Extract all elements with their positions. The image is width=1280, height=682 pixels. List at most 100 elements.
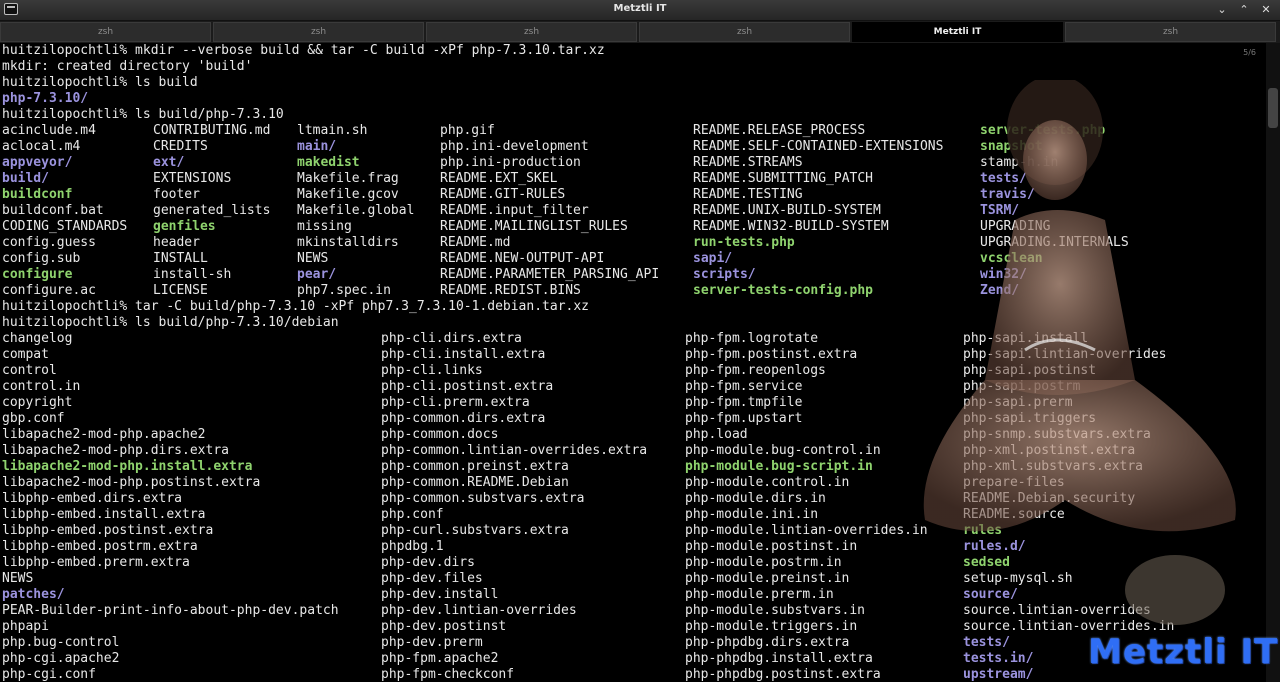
terminal-line: huitzilopochtli% tar -C build/php-7.3.10… bbox=[2, 299, 589, 314]
file-entry: tests/ bbox=[980, 171, 1027, 186]
file-entry: source/ bbox=[963, 587, 1018, 602]
file-entry: README.SELF-CONTAINED-EXTENSIONS bbox=[693, 139, 944, 154]
maximize-chevron-icon[interactable]: ⌃ bbox=[1236, 2, 1252, 18]
scrollbar-thumb[interactable] bbox=[1268, 88, 1278, 128]
file-entry: PEAR-Builder-print-info-about-php-dev.pa… bbox=[2, 603, 339, 618]
file-entry: UPGRADING.INTERNALS bbox=[980, 235, 1129, 250]
file-entry: php-module.dirs.in bbox=[685, 491, 826, 506]
file-entry: mkinstalldirs bbox=[297, 235, 399, 250]
file-entry: copyright bbox=[2, 395, 73, 410]
tab-2[interactable]: zsh bbox=[426, 22, 637, 42]
file-entry: config.sub bbox=[2, 251, 81, 266]
file-entry: README.NEW-OUTPUT-API bbox=[440, 251, 605, 266]
file-entry: README.MAILINGLIST_RULES bbox=[440, 219, 628, 234]
file-entry: upstream/ bbox=[963, 667, 1034, 682]
metztli-watermark-logo: Metztli IT bbox=[1088, 632, 1279, 672]
close-icon[interactable]: ✕ bbox=[1258, 2, 1274, 18]
file-entry: Zend/ bbox=[980, 283, 1020, 298]
file-entry: aclocal.m4 bbox=[2, 139, 81, 154]
file-entry: README.RELEASE_PROCESS bbox=[693, 123, 866, 138]
file-entry: php-fpm-checkconf bbox=[381, 667, 515, 682]
file-entry: php-sapi.lintian-overrides bbox=[963, 347, 1167, 362]
file-entry: scripts/ bbox=[693, 267, 756, 282]
file-entry: changelog bbox=[2, 331, 73, 346]
file-entry: php.gif bbox=[440, 123, 495, 138]
terminal-line: huitzilopochtli% ls build/php-7.3.10 bbox=[2, 107, 284, 122]
file-entry: NEWS bbox=[297, 251, 329, 266]
file-entry: php-fpm.tmpfile bbox=[685, 395, 803, 410]
file-entry: config.guess bbox=[2, 235, 96, 250]
file-entry: php-module.postinst.in bbox=[685, 539, 858, 554]
file-entry: build/ bbox=[2, 171, 49, 186]
file-entry: main/ bbox=[297, 139, 337, 154]
terminal-line: huitzilopochtli% ls build bbox=[2, 75, 198, 90]
file-entry: LICENSE bbox=[153, 283, 208, 298]
file-entry: acinclude.m4 bbox=[2, 123, 96, 138]
file-entry: tests/ bbox=[963, 635, 1010, 650]
window-title: Metztli IT bbox=[613, 3, 667, 14]
tab-5[interactable]: zsh bbox=[1065, 22, 1276, 42]
file-entry: php-fpm.reopenlogs bbox=[685, 363, 826, 378]
file-entry: php-fpm.postinst.extra bbox=[685, 347, 858, 362]
file-entry: compat bbox=[2, 347, 49, 362]
terminal-output[interactable]: huitzilopochtli% mkdir --verbose build &… bbox=[0, 43, 1248, 682]
tab-4[interactable]: Metztli IT bbox=[852, 22, 1063, 42]
file-entry: php-snmp.substvars.extra bbox=[963, 427, 1151, 442]
file-entry: patches/ bbox=[2, 587, 65, 602]
file-entry: sapi/ bbox=[693, 251, 733, 266]
file-entry: appveyor/ bbox=[2, 155, 73, 170]
file-entry: NEWS bbox=[2, 571, 34, 586]
file-entry: travis/ bbox=[980, 187, 1035, 202]
file-entry: README.WIN32-BUILD-SYSTEM bbox=[693, 219, 889, 234]
terminal-line: huitzilopochtli% ls build/php-7.3.10/deb… bbox=[2, 315, 339, 330]
file-entry: rules.d/ bbox=[963, 539, 1026, 554]
file-entry: EXTENSIONS bbox=[153, 171, 232, 186]
file-entry: stamp-h.in bbox=[980, 155, 1059, 170]
file-entry: php-curl.substvars.extra bbox=[381, 523, 569, 538]
file-entry: php-module.substvars.in bbox=[685, 603, 866, 618]
file-entry: php-dev.postinst bbox=[381, 619, 507, 634]
file-entry: php-phpdbg.dirs.extra bbox=[685, 635, 850, 650]
file-entry: php-module.triggers.in bbox=[685, 619, 858, 634]
file-entry: CODING_STANDARDS bbox=[2, 219, 128, 234]
file-entry: php-sapi.triggers bbox=[963, 411, 1097, 426]
file-entry: README.EXT_SKEL bbox=[440, 171, 558, 186]
file-entry: snapshot bbox=[980, 139, 1043, 154]
file-entry: README.md bbox=[440, 235, 511, 250]
file-entry: README.UNIX-BUILD-SYSTEM bbox=[693, 203, 881, 218]
file-entry: run-tests.php bbox=[693, 235, 795, 250]
file-entry: TSRM/ bbox=[980, 203, 1020, 218]
tab-0[interactable]: zsh bbox=[0, 22, 211, 42]
file-entry: generated_lists bbox=[153, 203, 271, 218]
file-entry: php-sapi.postinst bbox=[963, 363, 1097, 378]
tab-3[interactable]: zsh bbox=[639, 22, 850, 42]
file-entry: php-sapi.install bbox=[963, 331, 1089, 346]
file-entry: source.lintian-overrides bbox=[963, 603, 1151, 618]
file-entry: php-module.ini.in bbox=[685, 507, 819, 522]
file-entry: libphp-embed.dirs.extra bbox=[2, 491, 183, 506]
file-entry: php-common.lintian-overrides.extra bbox=[381, 443, 648, 458]
file-entry: missing bbox=[297, 219, 352, 234]
file-entry: win32/ bbox=[980, 267, 1027, 282]
file-entry: php-fpm.logrotate bbox=[685, 331, 819, 346]
tab-1[interactable]: zsh bbox=[213, 22, 424, 42]
file-entry: php-dev.files bbox=[381, 571, 483, 586]
file-entry: Makefile.global bbox=[297, 203, 415, 218]
file-entry: prepare-files bbox=[963, 475, 1065, 490]
file-entry: server-tests.php bbox=[980, 123, 1106, 138]
file-entry: vcsclean bbox=[980, 251, 1043, 266]
title-bar[interactable]: Metztli IT ⌄ ⌃ ✕ bbox=[0, 0, 1280, 21]
file-entry: README.REDIST.BINS bbox=[440, 283, 581, 298]
minimize-chevron-icon[interactable]: ⌄ bbox=[1214, 2, 1230, 18]
file-entry: README.GIT-RULES bbox=[440, 187, 566, 202]
file-entry: php-module.preinst.in bbox=[685, 571, 850, 586]
file-entry: php-cgi.apache2 bbox=[2, 651, 120, 666]
file-entry: genfiles bbox=[153, 219, 216, 234]
file-entry: php.ini-development bbox=[440, 139, 589, 154]
file-entry: Makefile.gcov bbox=[297, 187, 399, 202]
scrollbar[interactable] bbox=[1266, 43, 1280, 682]
file-entry: libapache2-mod-php.postinst.extra bbox=[2, 475, 261, 490]
file-entry: php-fpm.upstart bbox=[685, 411, 803, 426]
file-entry: php-dev.prerm bbox=[381, 635, 483, 650]
file-entry: libapache2-mod-php.dirs.extra bbox=[2, 443, 229, 458]
